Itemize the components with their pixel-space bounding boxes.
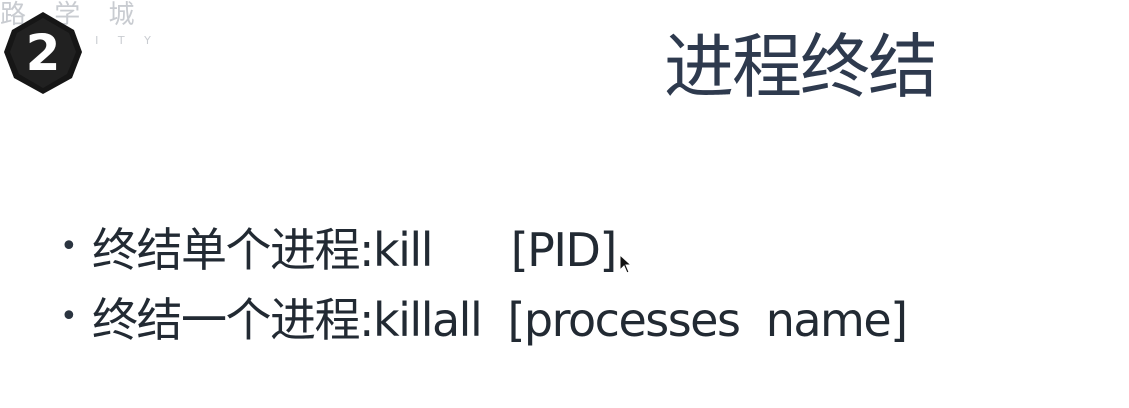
bullet-icon: • (60, 299, 78, 334)
bullet-text: 终结单个进程:kill [PID] (92, 223, 617, 277)
number-badge-icon: 2 (2, 8, 84, 96)
page-title: 进程终结 (664, 26, 938, 108)
bullet-icon: • (60, 229, 78, 264)
list-item: • 终结单个进程:kill [PID] (60, 212, 907, 282)
slide: 路 学 城 C I T Y 2 进程终结 • 终结单个进程:kill [PID]… (0, 0, 1129, 408)
bullet-list: • 终结单个进程:kill [PID] • 终结一个进程:killall [pr… (60, 212, 908, 352)
badge-number: 2 (26, 24, 61, 82)
mouse-cursor-icon (619, 254, 633, 274)
list-item: • 终结一个进程:killall [processes name] (60, 282, 908, 352)
bullet-text: 终结一个进程:killall [processes name] (92, 293, 908, 347)
